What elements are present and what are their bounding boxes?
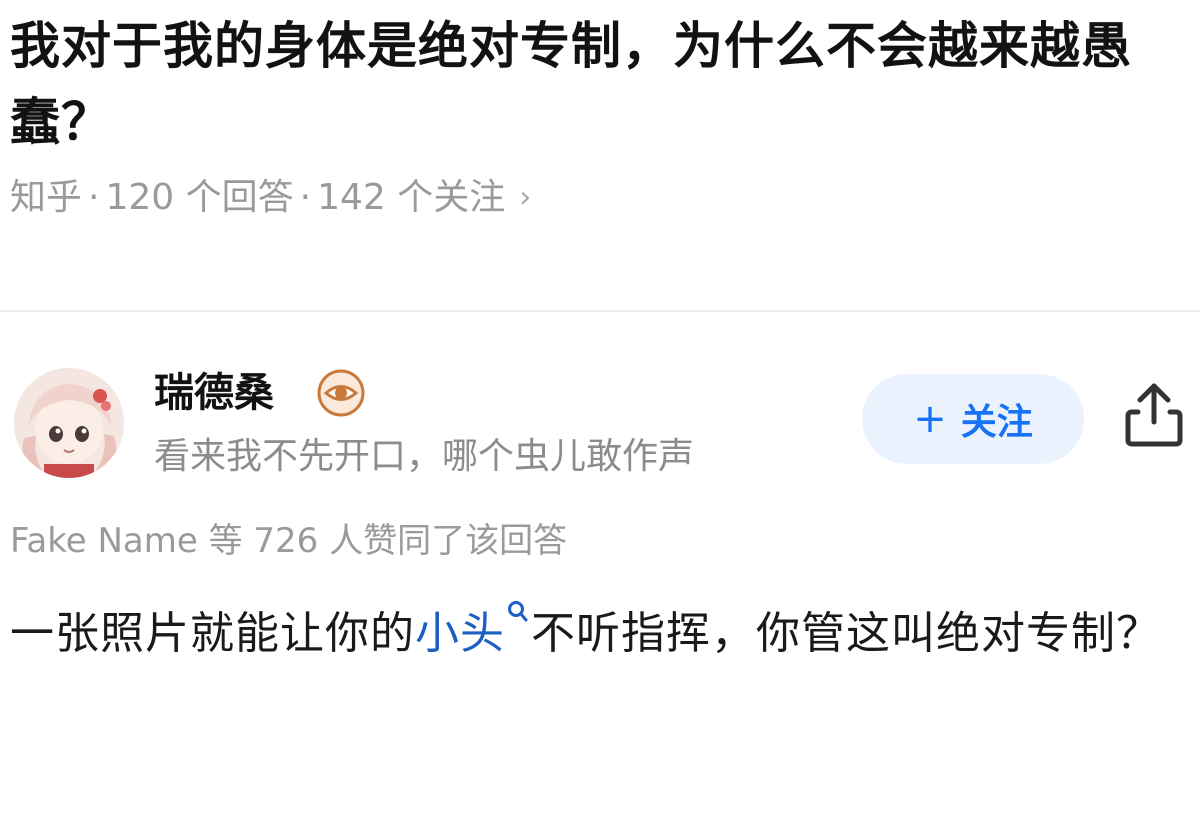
question-title[interactable]: 我对于我的身体是绝对专制，为什么不会越来越愚蠢？: [10, 8, 1190, 160]
followers-count: 142 个关注: [317, 177, 506, 218]
author-bio: 看来我不先开口，哪个虫儿敢作声: [154, 436, 695, 477]
chevron-right-icon[interactable]: ›: [519, 176, 531, 220]
source-label: 知乎: [10, 177, 83, 218]
search-icon[interactable]: [507, 600, 529, 624]
likes-summary[interactable]: Fake Name 等 726 人赞同了该回答: [10, 518, 567, 564]
share-icon[interactable]: [1122, 380, 1186, 450]
question-header: 我对于我的身体是绝对专制，为什么不会越来越愚蠢？ 知乎 · 120 个回答 · …: [10, 8, 1190, 220]
answers-count: 120 个回答: [105, 177, 294, 218]
avatar[interactable]: [14, 368, 124, 478]
follow-label: 关注: [960, 402, 1033, 443]
plus-icon: +: [913, 396, 947, 442]
question-meta[interactable]: 知乎 · 120 个回答 · 142 个关注 ›: [10, 176, 1190, 220]
answer-text-before: 一张照片就能让你的: [10, 608, 415, 659]
meta-separator: ·: [299, 177, 312, 218]
follow-button[interactable]: + 关注: [862, 374, 1084, 464]
author-name[interactable]: 瑞德桑: [154, 368, 274, 418]
section-divider: [0, 310, 1200, 312]
answer-content: 一张照片就能让你的小头 不听指挥，你管这叫绝对专制？: [10, 594, 1190, 674]
answer-text-after: 不听指挥，你管这叫绝对专制？: [531, 608, 1161, 659]
meta-separator: ·: [88, 177, 100, 218]
search-link[interactable]: 小头: [415, 608, 505, 659]
author-row: 瑞德桑 看来我不先开口，哪个虫儿敢作声 + 关注: [14, 360, 1194, 490]
eye-badge-icon: [317, 369, 365, 417]
